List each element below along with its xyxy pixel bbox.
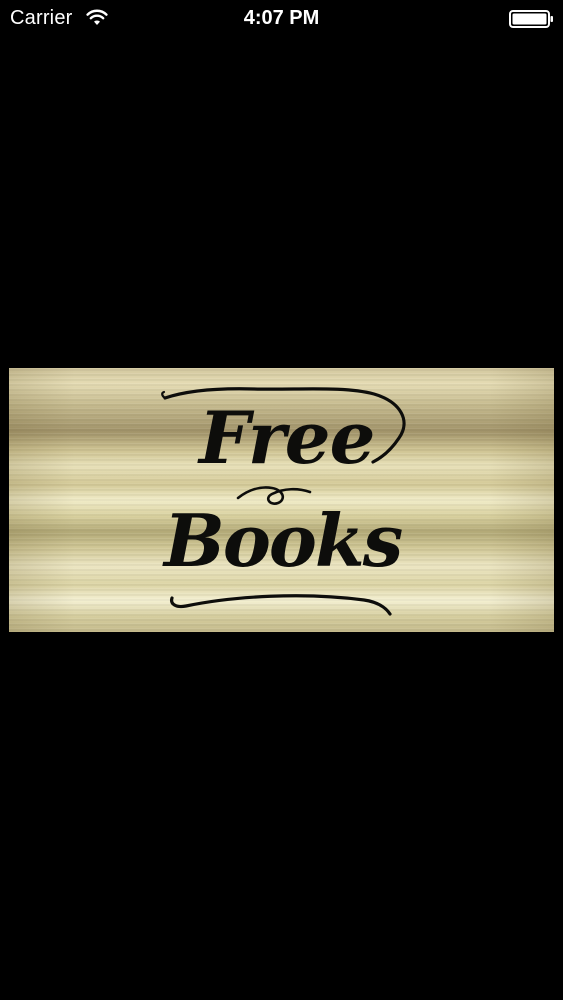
- status-bar: Carrier 4:07 PM: [0, 0, 563, 38]
- status-time: 4:07 PM: [243, 7, 320, 29]
- free-books-banner: Free Books: [9, 368, 554, 632]
- banner-word-books: Books: [164, 498, 403, 583]
- banner-word-free: Free: [199, 395, 375, 480]
- battery-icon: [509, 10, 553, 28]
- bottom-flourish-ornament: [170, 594, 392, 616]
